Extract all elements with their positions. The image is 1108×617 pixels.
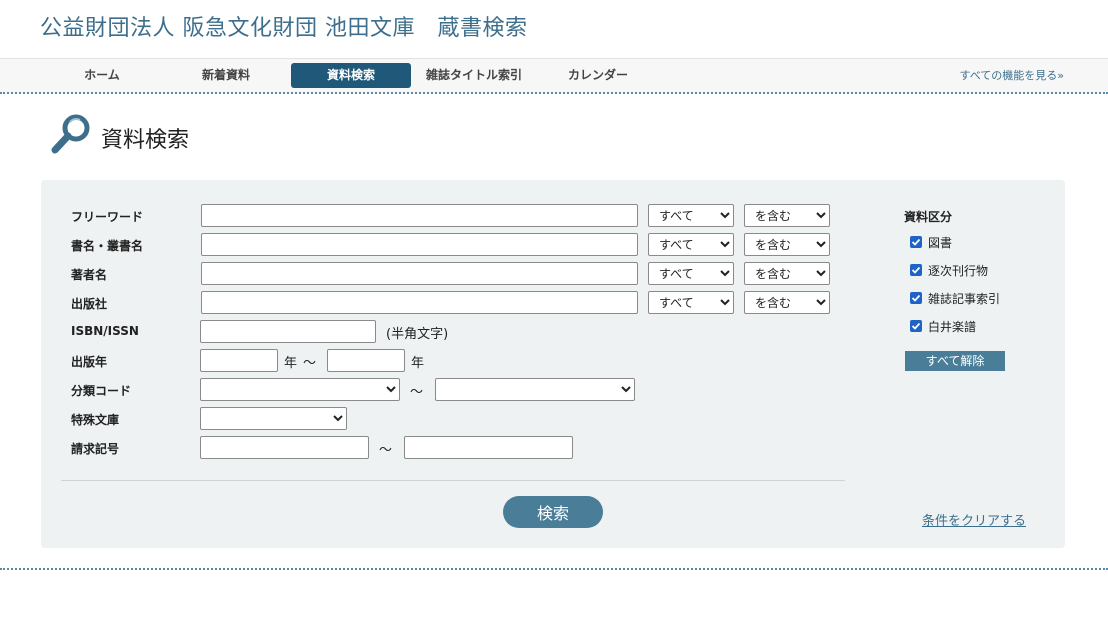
freeword-match-select[interactable]: を含む bbox=[744, 204, 830, 227]
nav-all-features-link[interactable]: すべての機能を見る» bbox=[959, 67, 1064, 83]
author-input[interactable] bbox=[201, 262, 638, 285]
publisher-scope-select[interactable]: すべて bbox=[648, 291, 734, 314]
page-title: 資料検索 bbox=[101, 128, 190, 153]
label-title: 書名・叢書名 bbox=[71, 239, 144, 253]
classification-range-sep: ～ bbox=[410, 385, 424, 400]
publisher-input[interactable] bbox=[201, 291, 638, 314]
search-panel: フリーワード すべて を含む 書名・叢書名 すべて を含む 著者名 すべて を含… bbox=[41, 180, 1065, 548]
pubyear-range-sep: ～ bbox=[303, 356, 317, 371]
label-isbn: ISBN/ISSN bbox=[71, 324, 139, 338]
site-title: 公益財団法人 阪急文化財団 池田文庫 蔵書検索 bbox=[40, 16, 528, 41]
pubyear-to-input[interactable] bbox=[327, 349, 405, 372]
checkbox-checked[interactable] bbox=[910, 320, 922, 332]
material-type-title: 資料区分 bbox=[904, 210, 953, 224]
uncheck-all-button[interactable]: すべて解除 bbox=[905, 351, 1005, 371]
nav-new-arrivals[interactable]: 新着資料 bbox=[186, 63, 266, 88]
material-type-label: 逐次刊行物 bbox=[928, 264, 989, 278]
callno-range-sep: ～ bbox=[379, 443, 393, 458]
nav-calendar[interactable]: カレンダー bbox=[558, 63, 638, 88]
freeword-scope-select[interactable]: すべて bbox=[648, 204, 734, 227]
callno-from-input[interactable] bbox=[200, 436, 369, 459]
main-nav: ホーム 新着資料 資料検索 雑誌タイトル索引 カレンダー すべての機能を見る» bbox=[0, 58, 1108, 94]
special-collection-select[interactable] bbox=[200, 407, 347, 430]
label-pubyear: 出版年 bbox=[71, 355, 108, 369]
title-input[interactable] bbox=[201, 233, 638, 256]
pubyear-from-unit: 年 bbox=[284, 356, 298, 371]
pubyear-from-input[interactable] bbox=[200, 349, 278, 372]
isbn-input[interactable] bbox=[200, 320, 376, 343]
nav-home[interactable]: ホーム bbox=[62, 63, 142, 88]
checkbox-checked[interactable] bbox=[910, 264, 922, 276]
checkbox-checked[interactable] bbox=[910, 236, 922, 248]
isbn-note: (半角文字) bbox=[386, 327, 449, 342]
search-button[interactable]: 検索 bbox=[503, 496, 603, 528]
label-classification: 分類コード bbox=[71, 384, 132, 398]
label-author: 著者名 bbox=[71, 268, 108, 282]
material-type-label: 図書 bbox=[928, 236, 953, 250]
label-special: 特殊文庫 bbox=[71, 413, 120, 427]
checkbox-checked[interactable] bbox=[910, 292, 922, 304]
search-icon bbox=[51, 114, 90, 154]
title-scope-select[interactable]: すべて bbox=[648, 233, 734, 256]
material-type-label: 雑誌記事索引 bbox=[928, 292, 1001, 306]
label-callno: 請求記号 bbox=[71, 442, 120, 456]
callno-to-input[interactable] bbox=[404, 436, 573, 459]
nav-material-search[interactable]: 資料検索 bbox=[291, 63, 411, 88]
publisher-match-select[interactable]: を含む bbox=[744, 291, 830, 314]
pubyear-to-unit: 年 bbox=[411, 356, 425, 371]
author-scope-select[interactable]: すべて bbox=[648, 262, 734, 285]
author-match-select[interactable]: を含む bbox=[744, 262, 830, 285]
freeword-input[interactable] bbox=[201, 204, 638, 227]
title-match-select[interactable]: を含む bbox=[744, 233, 830, 256]
classification-to-select[interactable] bbox=[435, 378, 635, 401]
footer-divider bbox=[0, 568, 1108, 570]
label-freeword: フリーワード bbox=[71, 210, 144, 224]
nav-magazine-index[interactable]: 雑誌タイトル索引 bbox=[418, 63, 530, 88]
material-type-label: 白井楽譜 bbox=[928, 320, 977, 334]
classification-from-select[interactable] bbox=[200, 378, 400, 401]
form-divider bbox=[61, 480, 845, 481]
label-publisher: 出版社 bbox=[71, 297, 108, 311]
clear-conditions-link[interactable]: 条件をクリアする bbox=[922, 510, 1026, 529]
